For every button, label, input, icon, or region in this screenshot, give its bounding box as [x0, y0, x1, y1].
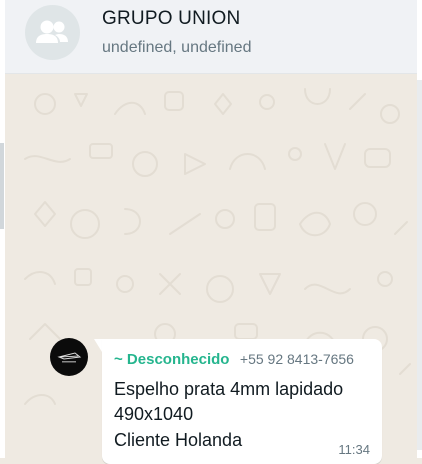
message-text-line: 490x1040: [114, 404, 194, 424]
left-panel-marker: [0, 143, 4, 229]
group-participants: undefined, undefined: [102, 39, 252, 56]
group-name[interactable]: GRUPO UNION: [102, 8, 240, 30]
message-timestamp: 11:34: [338, 442, 370, 457]
sender-name[interactable]: ~ Desconhecido: [114, 351, 229, 368]
sender-phone: +55 92 8413-7656: [239, 351, 354, 367]
message-bubble[interactable]: ~ Desconhecido +55 92 8413-7656 Espelho …: [102, 339, 382, 464]
message-sender-row: ~ Desconhecido +55 92 8413-7656: [114, 351, 354, 369]
sender-logo-avatar[interactable]: [50, 338, 88, 376]
group-avatar-icon-graphic: [36, 20, 68, 43]
scrollbar[interactable]: [417, 0, 422, 458]
chat-header[interactable]: GRUPO UNION undefined, undefined: [5, 0, 417, 74]
message-bubble-tail: [94, 339, 102, 352]
scrollbar-thumb[interactable]: [417, 80, 422, 450]
group-avatar-icon[interactable]: [25, 5, 80, 60]
message-text-line: Cliente Holanda: [114, 430, 243, 450]
sender-logo-icon: [57, 352, 82, 363]
message-text-line: Espelho prata 4mm lapidado: [114, 379, 344, 399]
